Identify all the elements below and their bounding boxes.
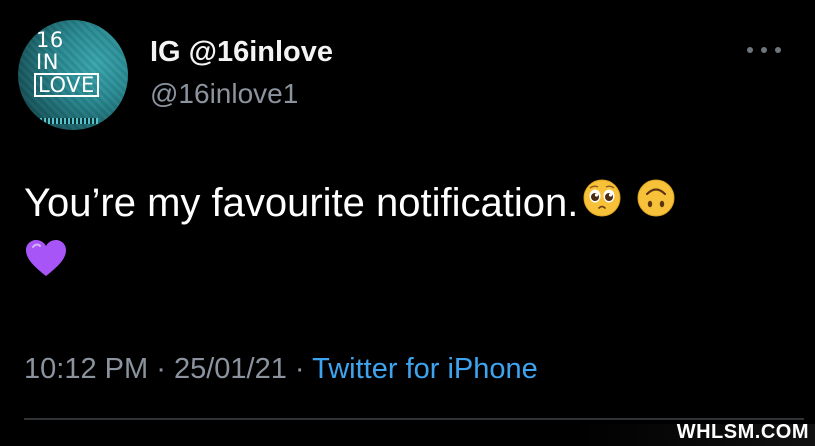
upside-down-face-emoji (636, 176, 676, 234)
tweet-text-content: You’re my favourite notification. (24, 181, 579, 225)
tweet-source-link[interactable]: Twitter for iPhone (312, 353, 538, 385)
avatar-stripe (34, 118, 98, 124)
user-handle[interactable]: @16inlove1 (150, 78, 298, 110)
avatar-logo-line1: 16 (36, 28, 64, 52)
more-dot (775, 47, 781, 53)
tweet-meta: 10:12 PM · 25/01/21 · Twitter for iPhone (24, 353, 538, 386)
meta-separator: · (156, 353, 166, 385)
meta-separator: · (294, 353, 305, 385)
pleading-face-emoji (582, 176, 622, 234)
more-dot (761, 47, 767, 53)
watermark: WHLSM.COM (676, 421, 809, 443)
tweet-time[interactable]: 10:12 PM (24, 353, 148, 385)
tweet-card: 16 IN LOVE IG @16inlove @16inlove1 You’r… (0, 0, 815, 446)
divider (24, 418, 804, 420)
purple-heart-emoji (24, 237, 68, 295)
avatar-logo-line3: LOVE (34, 73, 99, 97)
avatar-logo: 16 IN LOVE (34, 28, 116, 97)
avatar[interactable]: 16 IN LOVE (18, 20, 128, 130)
tweet-text: You’re my favourite notification. (24, 174, 794, 295)
more-options-icon[interactable] (747, 44, 781, 56)
display-name[interactable]: IG @16inlove (150, 36, 333, 69)
tweet-date[interactable]: 25/01/21 (174, 353, 287, 385)
more-dot (747, 47, 753, 53)
avatar-logo-line2: IN (36, 50, 59, 74)
